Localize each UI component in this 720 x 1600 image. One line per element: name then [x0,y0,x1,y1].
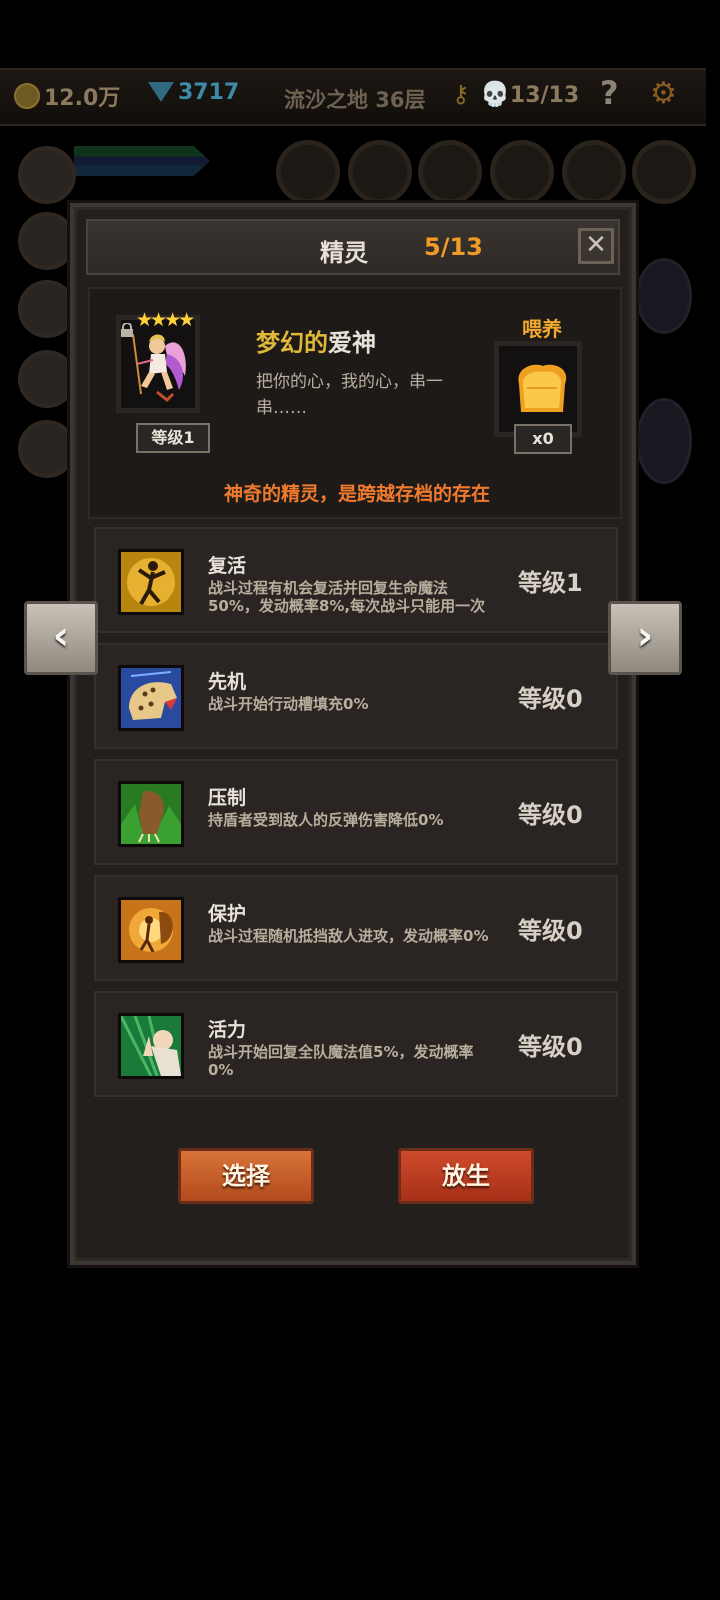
enemy-portrait [636,398,692,484]
skill-level: 等级0 [518,917,583,945]
skill-description: 战斗过程有机会复活并回复生命魔法50%，发动概率8%,每次战斗只能用一次 [208,579,486,615]
rarity-stars: ★★★★ [136,309,195,331]
enemy-portrait [636,258,692,334]
hero-portrait [18,350,76,408]
panel-title: 精灵 [320,239,368,267]
feed-count: x0 [514,424,572,454]
skill-level: 等级0 [518,1033,583,1061]
key-icon: ⚷ [452,80,470,108]
skill-row-protect[interactable]: 保护 战斗过程随机抵挡敌人进攻，发动概率0% 等级0 [94,875,618,981]
next-spirit-button[interactable]: › [608,601,682,675]
help-icon[interactable]: ? [600,74,619,112]
top-status-bar: 12.0万 3717 流沙之地 36层 ⚷ 💀13/13 ? ⚙ [0,68,706,126]
skill-level: 等级0 [518,801,583,829]
skill-level: 等级0 [518,685,583,713]
skill-name: 压制 [208,787,247,809]
kill-counter: 💀13/13 [480,80,579,108]
bread-icon [518,364,567,412]
skill-level: 等级1 [518,569,583,597]
fairy-icon [118,897,184,963]
kill-value: 13/13 [509,83,580,108]
settings-icon[interactable]: ⚙ [650,76,677,111]
revive-icon [118,549,184,615]
skill-name: 保护 [208,903,247,925]
cupid-image [132,333,186,403]
gold-counter: 12.0万 [14,80,120,112]
feed-item-slot[interactable] [494,341,582,437]
gem-counter: 3717 [148,80,239,105]
coin-icon [14,83,40,109]
equipment-slot [276,140,340,204]
leopard-icon [118,665,184,731]
skill-name: 先机 [208,671,247,693]
spirit-name-main: 爱神 [328,329,376,357]
skull-icon: 💀 [480,80,510,108]
skill-row-initiative[interactable]: 先机 战斗开始行动槽填充0% 等级0 [94,643,618,749]
spirit-description: 把你的心，我的心，串一串…… [256,372,443,418]
hero-portrait [18,280,76,338]
skill-description: 战斗过程随机抵挡敌人进攻，发动概率0% [208,927,489,945]
skill-name: 活力 [208,1019,247,1041]
skill-description: 战斗开始行动槽填充0% [208,695,369,713]
skill-row-vitality[interactable]: 活力 战斗开始回复全队魔法值5%，发动概率0% 等级0 [94,991,618,1097]
equipment-slot [348,140,412,204]
skill-description: 持盾者受到敌人的反弹伤害降低0% [208,811,444,829]
select-button[interactable]: 选择 [178,1148,314,1204]
spirit-info-card: ★★★★ 等级1 梦幻的爱神 把你的心，我的心，串一串…… 喂养 x0 神奇的精… [88,287,622,519]
prayer-icon [118,1013,184,1079]
release-button[interactable]: 放生 [398,1148,534,1204]
hero-portrait [18,212,76,270]
prev-spirit-button[interactable]: ‹ [24,601,98,675]
skill-row-revive[interactable]: 复活 战斗过程有机会复活并回复生命魔法50%，发动概率8%,每次战斗只能用一次 … [94,527,618,633]
skill-description: 战斗开始回复全队魔法值5%，发动概率0% [208,1043,474,1079]
lock-icon[interactable] [120,323,134,337]
skill-row-suppress[interactable]: 压制 持盾者受到敌人的反弹伤害降低0% 等级0 [94,759,618,865]
gem-icon [148,82,174,102]
equipment-slot [490,140,554,204]
gem-value: 3717 [178,80,240,105]
spirit-count: 5/13 [424,233,483,261]
hero-portrait [18,146,76,204]
spirit-panel: 精灵 5/13 ✕ ★★★★ 等级1 梦幻的爱神 把你的心，我的心，串一串…… … [70,203,636,1265]
claw-icon [118,781,184,847]
spirit-note: 神奇的精灵，是跨越存档的存在 [223,483,490,505]
gold-value: 12.0万 [44,86,121,111]
equipment-slot [418,140,482,204]
hero-portrait [18,420,76,478]
feed-label: 喂养 [522,317,562,341]
spirit-level-badge: 等级1 [136,423,210,453]
floor-label: 流沙之地 36层 [284,88,426,112]
panel-title-bar: 精灵 5/13 [86,219,620,275]
skill-list: 复活 战斗过程有机会复活并回复生命魔法50%，发动概率8%,每次战斗只能用一次 … [94,527,618,1107]
spirit-name: 梦幻的爱神 [256,323,376,358]
equipment-slot [562,140,626,204]
close-button[interactable]: ✕ [578,228,614,264]
skill-name: 复活 [208,555,247,577]
spirit-name-prefix: 梦幻的 [256,329,328,357]
hp-mp-bar [74,146,210,176]
equipment-slot [632,140,696,204]
